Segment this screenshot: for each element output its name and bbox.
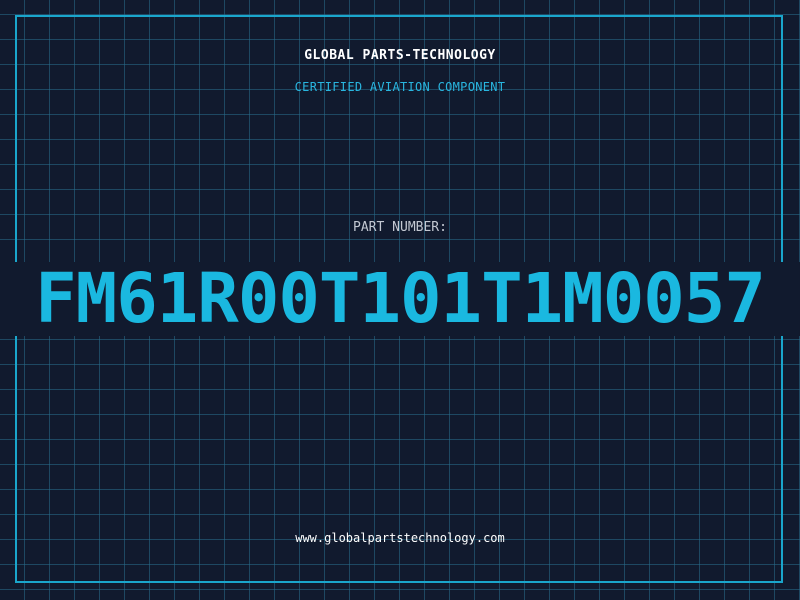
website-link[interactable]: www.globalpartstechnology.com xyxy=(0,531,800,545)
brand-title: GLOBAL PARTS-TECHNOLOGY xyxy=(304,48,496,63)
certification-subtitle: CERTIFIED AVIATION COMPONENT xyxy=(294,80,506,94)
part-number-value: FM61R00T101T1M0057 xyxy=(35,262,766,336)
part-number-band: FM61R00T101T1M0057 xyxy=(0,262,800,336)
part-number-label: PART NUMBER: xyxy=(353,220,447,235)
